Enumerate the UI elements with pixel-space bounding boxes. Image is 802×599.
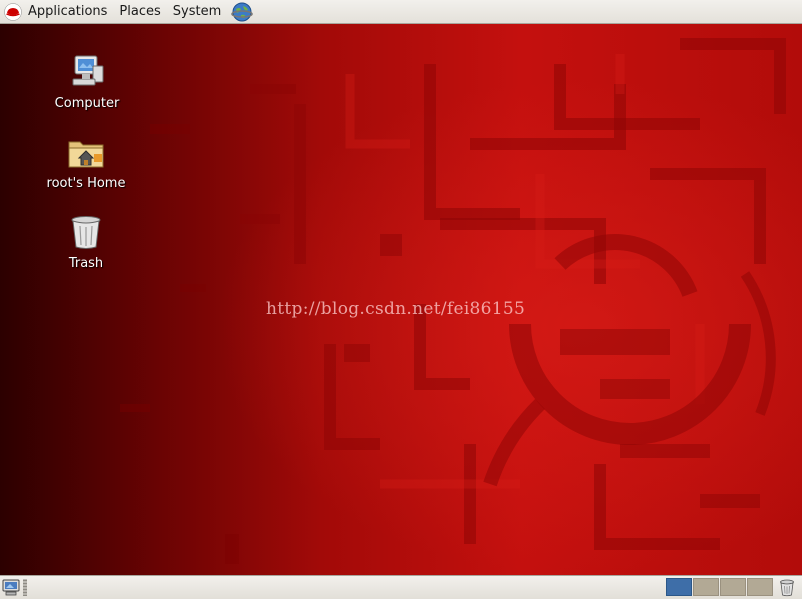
show-desktop-icon[interactable] [2, 579, 20, 596]
home-folder-icon [68, 141, 104, 168]
workspace-3[interactable] [720, 578, 746, 596]
web-browser-icon[interactable] [231, 1, 254, 23]
applications-label: Applications [28, 4, 108, 19]
computer-icon [72, 55, 104, 86]
workspace-4[interactable] [747, 578, 773, 596]
places-label: Places [119, 4, 161, 19]
top-panel: Applications Places System [0, 0, 802, 24]
trash-label: Trash [68, 256, 104, 271]
bottom-panel [0, 575, 802, 599]
workspace-switcher [666, 578, 773, 596]
watermark-text: http://blog.csdn.net/fei86155 [266, 299, 526, 319]
workspace-2[interactable] [693, 578, 719, 596]
redhat-logo-icon [4, 2, 22, 21]
trash-applet-icon[interactable] [778, 578, 796, 597]
trash-icon [71, 216, 101, 249]
places-menu[interactable]: Places [113, 0, 166, 24]
computer-label: Computer [54, 96, 120, 111]
desktop-area[interactable]: Computer root's Home Trash http://blog.c… [0, 24, 802, 575]
system-menu[interactable]: System [167, 0, 227, 24]
workspace-1[interactable] [666, 578, 692, 596]
home-label: root's Home [46, 176, 126, 191]
applications-menu[interactable]: Applications [0, 0, 113, 24]
desktop-icon-trash[interactable]: Trash [41, 212, 131, 271]
desktop-icon-computer[interactable]: Computer [42, 52, 132, 111]
desktop-icon-home[interactable]: root's Home [41, 132, 131, 191]
system-label: System [172, 4, 222, 19]
panel-drag-handle[interactable] [23, 579, 27, 596]
desktop-screen: Applications Places System Computer root… [0, 0, 802, 599]
